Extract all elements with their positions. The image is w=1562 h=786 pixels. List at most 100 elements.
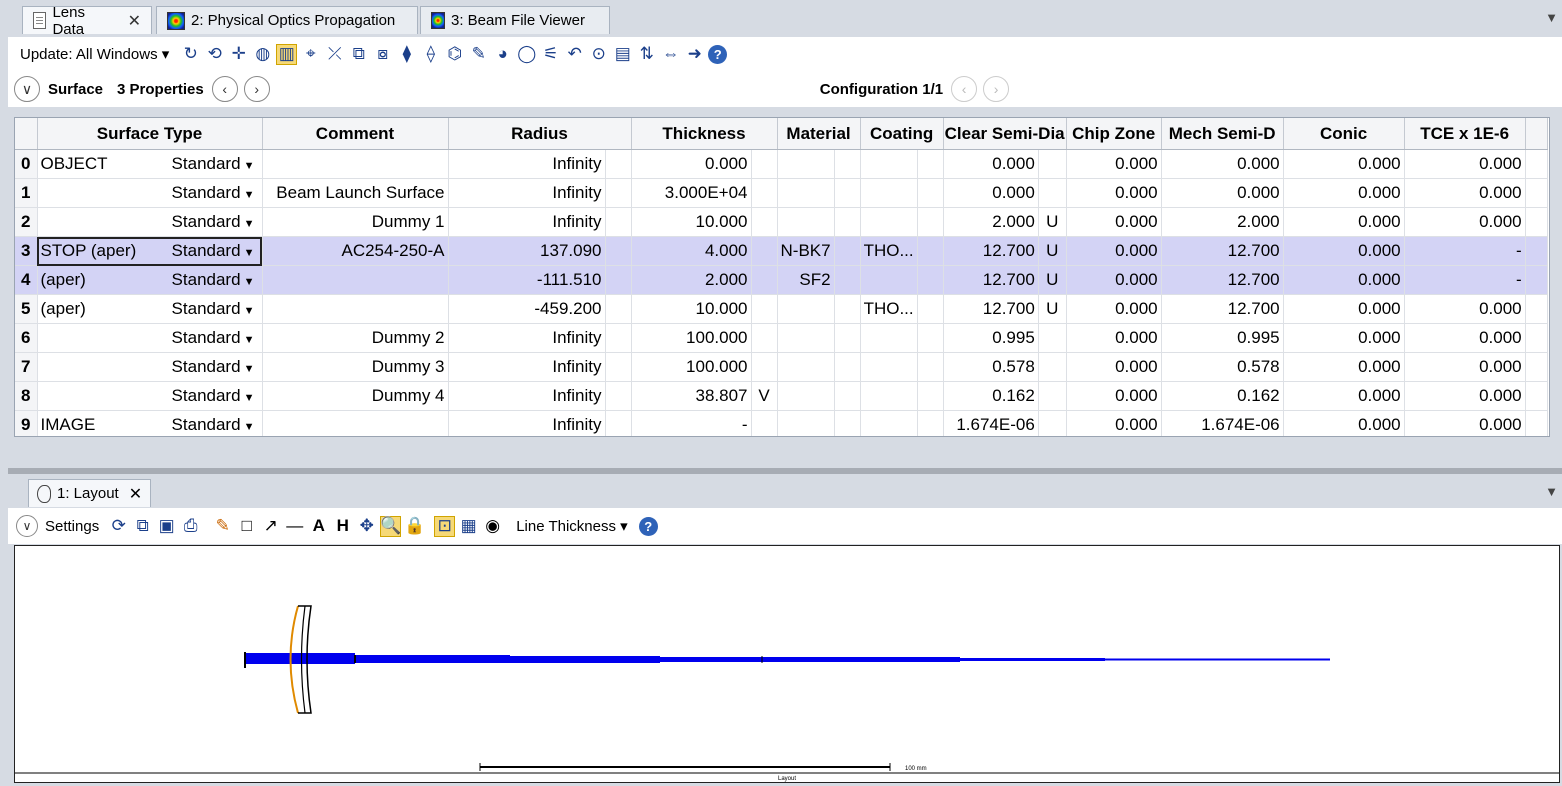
dropdown-arrow-icon[interactable]: ▼ xyxy=(241,160,255,172)
radius-cell[interactable]: -111.510 xyxy=(448,265,606,295)
element-icon[interactable]: ⧫ xyxy=(396,44,417,65)
thickness-solve-cell[interactable] xyxy=(751,149,778,179)
material-cell[interactable] xyxy=(777,410,835,436)
coating-solve-cell[interactable] xyxy=(917,149,944,179)
expand-properties-button[interactable]: ∨ xyxy=(14,76,40,102)
thickness-cell[interactable]: 10.000 xyxy=(631,207,752,237)
mech-semi-dia-cell[interactable]: 0.995 xyxy=(1161,323,1284,353)
table-row[interactable]: 2 Standard ▼ Dummy 1 Infinity 10.000 2.000 U 0.… xyxy=(15,207,1548,237)
material-solve-cell[interactable] xyxy=(834,381,861,411)
radius-cell[interactable]: Infinity xyxy=(448,381,606,411)
clear-semi-dia-solve-cell[interactable] xyxy=(1038,178,1067,208)
extra-cell[interactable] xyxy=(1525,149,1548,179)
clear-semi-dia-solve-cell[interactable] xyxy=(1038,323,1067,353)
close-icon[interactable]: ✕ xyxy=(128,11,141,31)
mech-semi-dia-cell[interactable]: 0.162 xyxy=(1161,381,1284,411)
chip-zone-cell[interactable]: 0.000 xyxy=(1066,381,1162,411)
surface-type-dropdown[interactable]: Standard ▼ xyxy=(172,415,259,435)
arrow-line-icon[interactable]: ↗ xyxy=(260,516,281,537)
reverse-elements-icon[interactable]: ⟠ xyxy=(420,44,441,65)
surface-type-cell[interactable]: (aper) Standard ▼ xyxy=(37,265,263,295)
radius-solve-cell[interactable] xyxy=(605,323,632,353)
zoom-icon[interactable]: 🔍 xyxy=(380,515,401,537)
radius-cell[interactable]: Infinity xyxy=(448,207,606,237)
text-icon[interactable]: A xyxy=(308,516,329,537)
coating-cell[interactable] xyxy=(860,265,918,295)
clear-semi-dia-solve-cell[interactable]: U xyxy=(1038,294,1067,324)
clear-semi-dia-solve-cell[interactable]: U xyxy=(1038,207,1067,237)
coating-cell[interactable]: THO... xyxy=(860,236,918,266)
paint-icon[interactable]: ✎ xyxy=(468,44,489,65)
thickness-cell[interactable]: 4.000 xyxy=(631,236,752,266)
coating-cell[interactable] xyxy=(860,410,918,436)
close-icon[interactable]: ✕ xyxy=(129,484,142,504)
update-all-icon[interactable]: ⟲ xyxy=(204,44,225,65)
surface-name[interactable]: (aper) xyxy=(41,270,86,290)
thickness-cell[interactable]: 38.807 xyxy=(631,381,752,411)
table-row[interactable]: 3 STOP (aper) Standard ▼ AC254-250-A 137.090… xyxy=(15,236,1548,266)
surface-name[interactable]: OBJECT xyxy=(41,154,108,174)
material-cell[interactable] xyxy=(777,178,835,208)
surface-name[interactable]: IMAGE xyxy=(41,415,96,435)
table-row[interactable]: 8 Standard ▼ Dummy 4 Infinity 38.807 V 0.162 0.… xyxy=(15,381,1548,411)
coating-solve-cell[interactable] xyxy=(917,381,944,411)
ray-aim-icon[interactable]: ⌖ xyxy=(300,44,321,65)
clear-semi-dia-cell[interactable]: 2.000 xyxy=(943,207,1039,237)
extra-cell[interactable] xyxy=(1525,294,1548,324)
comment-cell[interactable]: Dummy 4 xyxy=(262,381,449,411)
pan-icon[interactable]: ✥ xyxy=(356,516,377,537)
coating-solve-cell[interactable] xyxy=(917,410,944,436)
radius-solve-cell[interactable] xyxy=(605,265,632,295)
material-cell[interactable]: N-BK7 xyxy=(777,236,835,266)
lock-icon[interactable]: 🔒 xyxy=(404,516,425,537)
radius-cell[interactable]: Infinity xyxy=(448,352,606,382)
print-icon[interactable]: ⎙ xyxy=(180,516,201,537)
undo-icon[interactable]: ↶ xyxy=(564,44,585,65)
clear-semi-dia-cell[interactable]: 12.700 xyxy=(943,294,1039,324)
thickness-solve-cell[interactable] xyxy=(751,410,778,436)
chip-zone-cell[interactable]: 0.000 xyxy=(1066,352,1162,382)
chip-zone-cell[interactable]: 0.000 xyxy=(1066,149,1162,179)
aperture-ring-icon[interactable]: ◯ xyxy=(516,44,537,65)
tce-cell[interactable]: 0.000 xyxy=(1404,178,1526,208)
comment-cell[interactable]: Dummy 1 xyxy=(262,207,449,237)
mech-semi-dia-cell[interactable]: 0.000 xyxy=(1161,178,1284,208)
tce-cell[interactable]: - xyxy=(1404,265,1526,295)
surface-name[interactable]: STOP (aper) xyxy=(41,241,137,261)
material-solve-cell[interactable] xyxy=(834,178,861,208)
dropdown-arrow-icon[interactable]: ▼ xyxy=(241,305,255,317)
comment-cell[interactable] xyxy=(262,410,449,436)
tilt-decenter-icon[interactable]: ⌬ xyxy=(444,44,465,65)
thickness-solve-cell[interactable] xyxy=(751,236,778,266)
next-surface-button[interactable]: › xyxy=(243,76,270,102)
double-arrow-icon[interactable]: ⇔ xyxy=(660,44,681,65)
conic-cell[interactable]: 0.000 xyxy=(1283,265,1405,295)
material-solve-cell[interactable] xyxy=(834,352,861,382)
dropdown-arrow-icon[interactable]: ▼ xyxy=(241,247,255,259)
mech-semi-dia-cell[interactable]: 12.700 xyxy=(1161,294,1284,324)
material-cell[interactable] xyxy=(777,149,835,179)
clear-semi-dia-solve-cell[interactable] xyxy=(1038,410,1067,436)
surface-type-cell[interactable]: OBJECT Standard ▼ xyxy=(37,149,263,179)
table-row[interactable]: 1 Standard ▼ Beam Launch Surface Infinity 3.… xyxy=(15,178,1548,208)
extra-cell[interactable] xyxy=(1525,265,1548,295)
conic-cell[interactable]: 0.000 xyxy=(1283,149,1405,179)
surface-type-cell[interactable]: Standard ▼ xyxy=(37,323,263,353)
material-solve-cell[interactable] xyxy=(834,410,861,436)
material-solve-cell[interactable] xyxy=(834,294,861,324)
mech-semi-dia-cell[interactable]: 12.700 xyxy=(1161,236,1284,266)
pencil-icon[interactable]: ✎ xyxy=(212,516,233,537)
coating-cell[interactable] xyxy=(860,323,918,353)
comment-cell[interactable]: Beam Launch Surface xyxy=(262,178,449,208)
table-row[interactable]: 9 IMAGE Standard ▼ Infinity -1.674E-06 0.000 1… xyxy=(15,410,1548,436)
chip-zone-cell[interactable]: 0.000 xyxy=(1066,178,1162,208)
extra-cell[interactable] xyxy=(1525,178,1548,208)
tce-cell[interactable]: 0.000 xyxy=(1404,294,1526,324)
clear-semi-dia-cell[interactable]: 0.000 xyxy=(943,149,1039,179)
conic-cell[interactable]: 0.000 xyxy=(1283,236,1405,266)
material-cell[interactable] xyxy=(777,381,835,411)
comment-cell[interactable] xyxy=(262,294,449,324)
insert-surface-icon[interactable]: ✛ xyxy=(228,44,249,65)
surface-type-dropdown[interactable]: Standard ▼ xyxy=(172,154,259,174)
tab-physical-optics-propagation[interactable]: 2: Physical Optics Propagation xyxy=(156,6,418,34)
